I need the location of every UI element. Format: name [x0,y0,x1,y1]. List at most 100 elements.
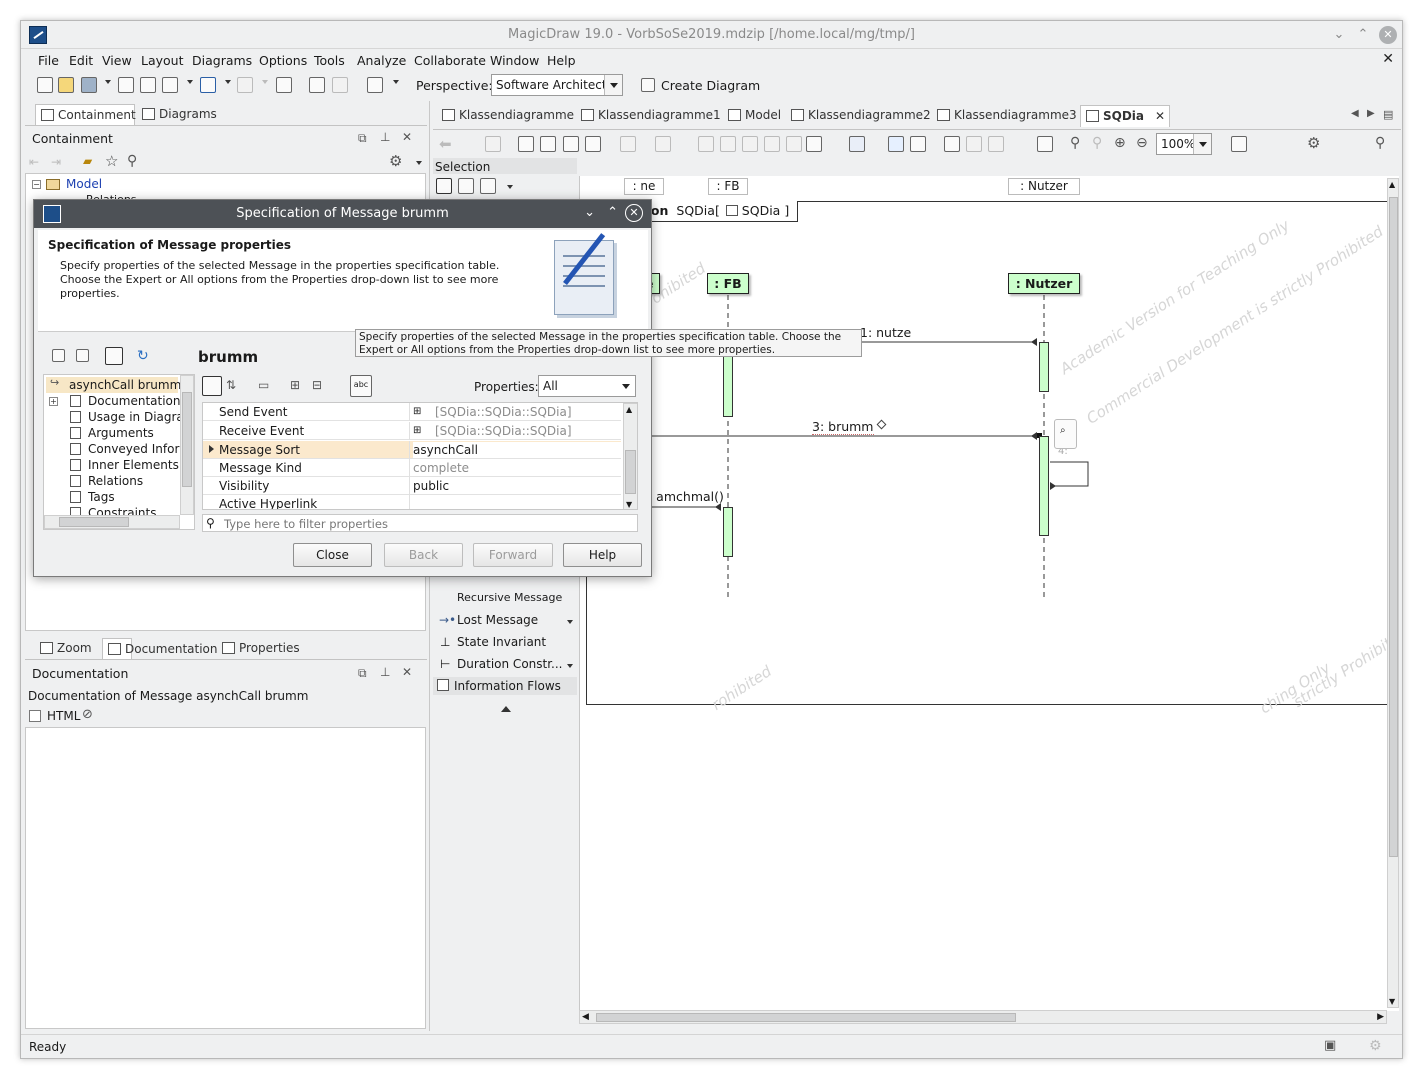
zoom-in-icon[interactable]: ⊕ [1114,135,1126,151]
activation-nutzer-1[interactable] [1039,342,1049,392]
close-button[interactable]: Close [293,543,372,567]
dialog-maximize-icon[interactable]: ⌃ [607,205,618,220]
palette-duration-constraint[interactable]: Duration Constr... [457,657,563,671]
table-row[interactable]: Receive Event ⊞ [SQDia::SQDia::SQDia] [203,422,621,440]
nav-copy-icon[interactable] [105,347,123,365]
collapse-icon[interactable]: − [32,180,41,189]
tab-list-icon[interactable]: ▤ [1383,108,1393,121]
palette-collapse-icon[interactable] [501,706,511,712]
nav-vscroll-thumb[interactable] [182,392,192,487]
folder-icon[interactable]: ▰ [83,154,92,168]
collaboration-status-icon[interactable]: ▣ [1324,1038,1336,1053]
nav-tree-icon[interactable] [76,349,89,362]
documentation-editor[interactable] [25,727,426,1029]
activation-fb-2[interactable] [723,507,733,557]
diagram-canvas[interactable]: : ne : FB : Nutzer interaction SQDia[ SQ… [579,176,1399,1011]
nav-item-usage[interactable]: Usage in Diagra [88,410,184,424]
menu-diagrams[interactable]: Diagrams [192,53,252,68]
palette-information-flows[interactable]: Information Flows [433,677,577,695]
tab-model[interactable]: Model [723,105,787,127]
close-tab-icon[interactable]: ✕ [1155,109,1165,123]
table-row[interactable]: Active Hyperlink [203,495,621,509]
lost-message-dropdown-icon[interactable] [567,620,573,624]
marquee-icon[interactable] [458,178,474,194]
expand-icon[interactable]: + [49,397,58,406]
table-row[interactable]: Visibility public [203,477,621,495]
dialog-close-icon[interactable]: ✕ [625,204,643,222]
undock-doc-icon[interactable]: ⧉ [358,666,367,681]
save-icon[interactable] [81,77,97,93]
help-button[interactable]: Help [563,543,642,567]
diagram-gear-icon[interactable]: ⚙ [1307,134,1320,152]
pointer-icon[interactable] [436,178,452,194]
tab-left-icon[interactable]: ◀ [1351,108,1359,119]
activation-nutzer-2[interactable] [1039,436,1049,536]
paste-icon[interactable] [540,136,556,152]
tab-diagrams[interactable]: Diagrams [137,104,223,126]
menu-file[interactable]: File [38,53,59,68]
collapse-rows-icon[interactable]: ▭ [258,378,269,392]
minimize-icon[interactable]: ⌄ [1330,26,1348,44]
zoom-fit-icon[interactable]: ⚲ [1070,135,1080,151]
table-vscroll-thumb[interactable] [625,450,636,494]
scroll-down-icon[interactable]: ▼ [1389,997,1395,1006]
horizontal-scrollbar[interactable]: ◀ ▶ [579,1010,1387,1024]
undo-dropdown-icon[interactable] [225,80,231,84]
report-icon[interactable] [367,77,383,93]
save-dropdown-icon[interactable] [105,80,111,84]
tab-documentation[interactable]: Documentation [102,638,218,660]
nav-item-relations[interactable]: Relations [88,474,143,488]
chevron-down-icon[interactable] [1193,134,1211,154]
scroll-down-icon[interactable]: ▼ [626,500,632,509]
message-label-amchmal[interactable]: : amchmal() [648,489,724,504]
smart-manipulator[interactable]: ⌕ [1054,419,1077,449]
delete-icon[interactable] [563,136,579,152]
hide-rows-icon[interactable]: ⊟ [312,378,322,392]
nav-item-tags[interactable]: Tags [88,490,115,504]
nav-vscroll[interactable] [180,375,194,515]
nav-item-conveyed[interactable]: Conveyed Infor [88,442,179,456]
zoom-out-icon[interactable]: ⊖ [1136,135,1148,151]
close-panel-icon[interactable]: ✕ [402,130,412,144]
tab-zoom[interactable]: Zoom [35,638,98,660]
scroll-left-icon[interactable]: ◀ [582,1012,589,1022]
nav-list-icon[interactable] [52,349,65,362]
nav-hscroll[interactable] [44,515,180,529]
attachment-icon[interactable]: ⊘ [82,707,93,722]
settings-dropdown-icon[interactable] [416,161,422,165]
find-icon[interactable] [162,77,178,93]
nav-item-inner-elements[interactable]: Inner Elements [88,458,179,472]
menu-tools[interactable]: Tools [314,53,345,68]
scroll-up-icon[interactable]: ▲ [1389,180,1395,189]
nav-hscroll-thumb[interactable] [59,517,129,527]
duration-dropdown-icon[interactable] [567,664,573,668]
validate-icon[interactable] [276,77,292,93]
chevron-down-icon[interactable] [617,376,635,396]
undock-icon[interactable]: ⧉ [358,131,367,146]
nest-icon[interactable] [944,136,960,152]
nav-item-arguments[interactable]: Arguments [88,426,154,440]
manipulator-icon[interactable]: ⌕ [1060,425,1066,436]
layout-mode-icon[interactable] [1231,136,1247,152]
perspective-select[interactable]: Software Architect [491,74,623,96]
horizontal-scroll-thumb[interactable] [596,1013,1016,1022]
maximize-icon[interactable]: ⌃ [1354,26,1372,44]
route-icon[interactable] [806,136,822,152]
tab-klassendiagramme2[interactable]: Klassendiagramme2 [786,105,937,127]
tab-right-icon[interactable]: ▶ [1367,108,1375,119]
pin-doc-icon[interactable]: ⊥ [380,665,390,679]
tree-item-model[interactable]: Model [66,177,102,191]
check-icon[interactable] [309,77,325,93]
undo-icon[interactable] [200,77,216,93]
table-row[interactable]: Send Event ⊞ [SQDia::SQDia::SQDia] [203,403,621,421]
expand-rows-icon[interactable]: ⊞ [290,378,300,392]
vertical-scrollbar[interactable]: ▲ ▼ [1387,178,1399,1008]
find-dropdown-icon[interactable] [187,80,193,84]
palette-lost-message[interactable]: Lost Message [457,613,538,627]
palette-state-invariant[interactable]: State Invariant [457,635,546,649]
close-doc-icon[interactable]: ✕ [402,665,412,679]
message-label-nutze[interactable]: 1: nutze [860,325,911,340]
edit-icon[interactable] [1037,136,1053,152]
abc-icon[interactable]: abc [350,375,372,397]
menu-layout[interactable]: Layout [141,53,184,68]
